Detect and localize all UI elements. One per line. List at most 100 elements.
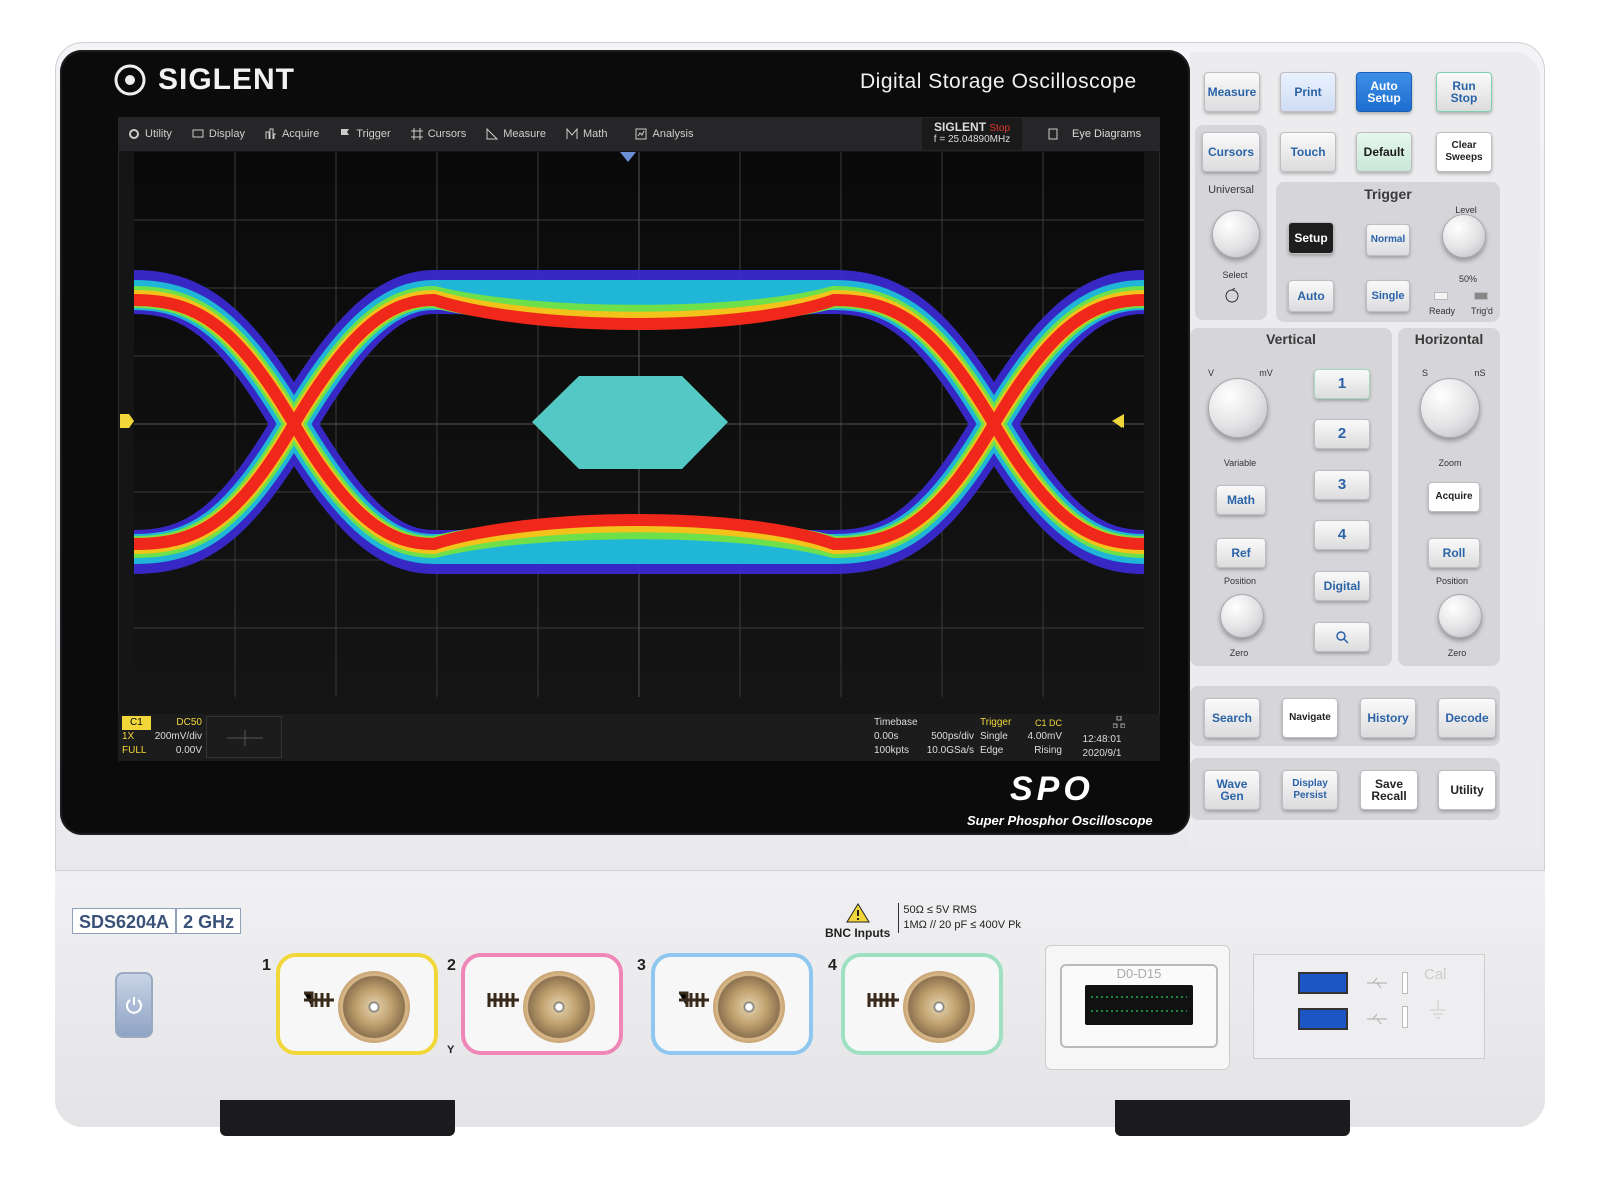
decode-button[interactable]: Decode [1438,698,1496,738]
utility-button[interactable]: Utility [1438,770,1496,810]
print-button[interactable]: Print [1280,72,1336,112]
menu-cursors[interactable]: Cursors [401,117,477,151]
acquire-icon [265,128,276,139]
menu-label: Acquire [281,128,320,140]
vertical-search-button[interactable] [1314,622,1370,652]
trigger-info[interactable]: Trigger C1 DC Single 4.00mV Edge Rising [980,716,1062,758]
bnc-inputs-label: BNC Inputs [825,926,891,940]
spo-logo: SPO [1010,770,1094,808]
vertical-position-knob[interactable] [1220,594,1264,638]
horizontal-scale-knob[interactable] [1420,378,1480,438]
channel1-input[interactable] [276,953,438,1055]
siglent-logo: SIGLENT [112,60,295,100]
menu-display[interactable]: Display [182,117,255,151]
cursors-button[interactable]: Cursors [1202,132,1260,172]
channel3-number: 3 [637,957,646,974]
trigd-label: Trig'd [1471,306,1493,316]
menu-analysis[interactable]: Analysis [625,117,703,151]
channel2-input[interactable] [461,953,623,1055]
ref-button[interactable]: Ref [1216,538,1266,568]
ns-label: nS [1474,368,1486,378]
timebase-label: Timebase [874,717,918,728]
flag-icon [341,129,350,139]
calibration-terminal[interactable] [1402,972,1408,994]
vertical-scale-knob[interactable] [1208,378,1268,438]
trigger-slope: Rising [1034,745,1062,756]
channel1-info[interactable]: C1 DC50 1X 200mV/div FULL 0.00V [122,716,202,758]
power-button[interactable] [115,972,153,1038]
menu-measure[interactable]: Measure [476,117,556,151]
timebase-info[interactable]: Timebase 0.00s 500ps/div 100kpts 10.0GSa/s [874,716,974,758]
channel3-button[interactable]: 3 [1314,470,1370,500]
vertical-zero-label: Zero [1229,648,1249,658]
math-button[interactable]: Math [1216,485,1266,515]
channel1-offset-marker[interactable] [120,414,134,428]
eye-diagrams-button[interactable]: Eye Diagrams [1040,118,1160,150]
measure-button[interactable]: Measure [1204,72,1260,112]
channel1-number: 1 [262,957,271,974]
run-state: Stop [989,123,1010,134]
channel2-number: 2 [447,957,456,974]
run-stop-button[interactable]: Run Stop [1436,72,1492,112]
usb-port-area [1253,954,1485,1059]
universal-knob[interactable] [1212,210,1260,258]
trigger-source: C1 DC [1034,718,1062,728]
horizontal-zero-label: Zero [1447,648,1467,658]
channel4-input[interactable] [841,953,1003,1055]
menu-math[interactable]: Math [556,117,617,151]
trigger-label: Trigger [980,717,1012,728]
usb-icon [1367,977,1387,989]
menu-utility[interactable]: Utility [118,117,182,151]
bandwidth-label: 2 GHz [175,909,240,933]
menu-acquire[interactable]: Acquire [255,117,329,151]
horizontal-position-knob[interactable] [1438,594,1482,638]
status-bar: C1 DC50 1X 200mV/div FULL 0.00V Timebase 0.… [118,714,1160,761]
horizontal-label: Horizontal [1414,331,1484,347]
channel-badge: C1 [122,716,151,730]
probe: 1X [122,731,135,742]
trigger-single-button[interactable]: Single [1366,280,1410,312]
memory-depth: 100kpts [874,745,910,756]
channel2-button[interactable]: 2 [1314,419,1370,449]
usb-port-2[interactable] [1298,1008,1348,1030]
ground-terminal[interactable] [1402,1006,1408,1028]
digital-button[interactable]: Digital [1314,571,1370,601]
roll-button[interactable]: Roll [1428,538,1480,568]
display-persist-button[interactable]: Display Persist [1282,770,1338,810]
math-icon [566,128,578,139]
trigger-level-arrow[interactable] [1112,414,1124,428]
channel3-input[interactable] [651,953,813,1055]
trigger-auto-button[interactable]: Auto [1288,280,1334,312]
navigate-button[interactable]: Navigate [1282,698,1338,738]
bandwidth-limit: FULL [122,745,147,756]
trigger-level-knob[interactable] [1442,214,1486,258]
trigger-setup-button[interactable]: Setup [1288,222,1334,254]
default-button[interactable]: Default [1356,132,1412,172]
s-label: S [1421,368,1428,378]
acquire-button[interactable]: Acquire [1428,482,1480,512]
history-button[interactable]: History [1360,698,1416,738]
auto-setup-button[interactable]: Auto Setup [1356,72,1412,112]
menu-trigger[interactable]: Trigger [329,117,400,151]
touch-button[interactable]: Touch [1280,132,1336,172]
fifty-percent-label: 50% [1458,274,1477,284]
vertical-position-label: Position [1223,576,1257,586]
trigger-normal-button[interactable]: Normal [1366,224,1410,256]
channel4-number: 4 [828,957,837,974]
wave-gen-button[interactable]: Wave Gen [1204,770,1260,810]
bnc-connector [713,971,785,1043]
search-button[interactable]: Search [1204,698,1260,738]
siglent-swirl-icon [114,64,146,96]
trigger-position-marker[interactable] [620,152,636,162]
save-recall-button[interactable]: Save Recall [1360,770,1418,810]
digital-probe-connector[interactable] [1085,985,1193,1025]
eye-diagram-plot[interactable] [134,152,1144,697]
vertical-label: Vertical [1266,331,1316,347]
clear-sweeps-button[interactable]: Clear Sweeps [1436,132,1492,172]
channel1-button[interactable]: 1 [1314,369,1370,399]
channel4-button[interactable]: 4 [1314,520,1370,550]
add-channel-slot[interactable] [206,716,282,758]
run-state-brand: SIGLENT [934,120,987,134]
run-state-box[interactable]: SIGLENT Stop f = 25.04890MHz [922,118,1022,150]
usb-port-1[interactable] [1298,972,1348,994]
